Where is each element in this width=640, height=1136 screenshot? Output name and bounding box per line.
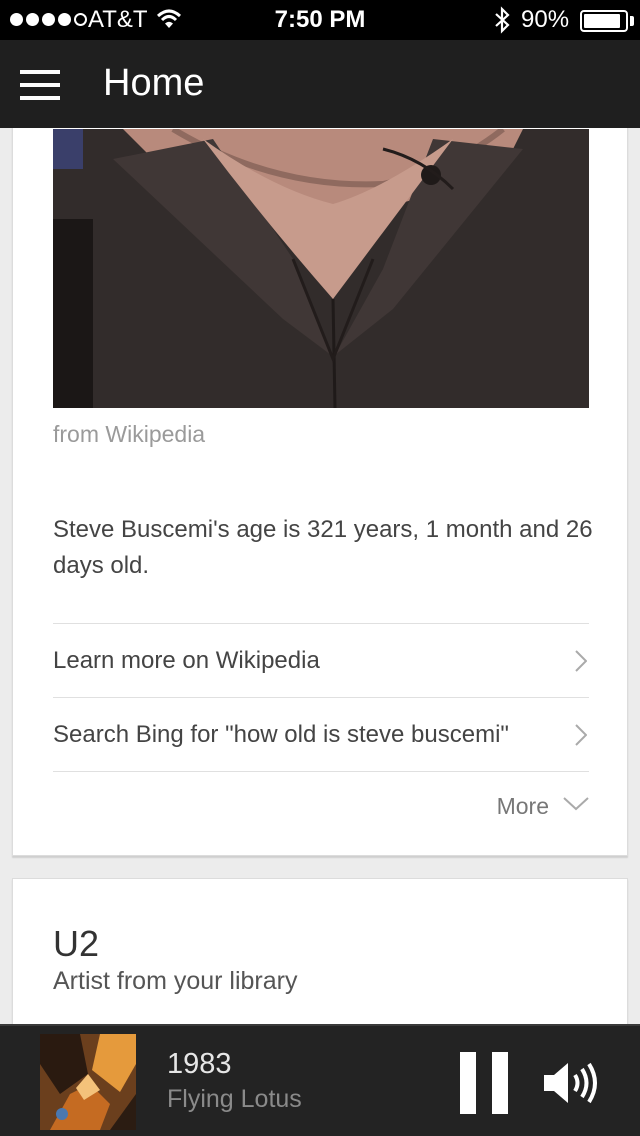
app-header: Home [0, 40, 640, 128]
page-title: Home [103, 62, 205, 104]
battery-tip [630, 16, 634, 26]
chevron-right-icon [575, 650, 588, 677]
album-art[interactable] [40, 1034, 136, 1130]
pause-icon[interactable] [460, 1052, 510, 1114]
link-learn-more-wikipedia[interactable]: Learn more on Wikipedia [53, 623, 589, 697]
source-attribution: from Wikipedia [53, 421, 206, 447]
link-search-bing[interactable]: Search Bing for "how old is steve buscem… [53, 697, 589, 771]
chevron-right-icon [575, 724, 588, 751]
artist-card[interactable]: U2 Artist from your library [12, 878, 628, 1024]
more-button[interactable]: More [497, 793, 589, 820]
battery-icon [580, 10, 628, 32]
screen: AT&T 7:50 PM 90% Home from Wikipedia Ste… [0, 0, 640, 1136]
artist-subtitle: Artist from your library [53, 967, 298, 995]
chevron-down-icon [563, 797, 589, 816]
more-label: More [496, 793, 549, 819]
link-label: Search Bing for "how old is steve buscem… [53, 721, 509, 748]
bluetooth-icon [492, 6, 512, 41]
track-artist: Flying Lotus [167, 1085, 302, 1113]
status-bar: AT&T 7:50 PM 90% [0, 0, 640, 40]
now-playing-bar: 1983 Flying Lotus [0, 1024, 640, 1136]
volume-icon[interactable] [542, 1060, 602, 1106]
link-label: Learn more on Wikipedia [53, 647, 320, 674]
home-feed[interactable]: from Wikipedia Steve Buscemi's age is 32… [0, 128, 640, 1024]
person-photo [53, 129, 589, 408]
answer-text: Steve Buscemi's age is 321 years, 1 mont… [53, 516, 593, 579]
more-row: More [53, 771, 589, 845]
answer-card: from Wikipedia Steve Buscemi's age is 32… [12, 128, 628, 856]
artist-name: U2 [53, 923, 100, 964]
track-title: 1983 [167, 1048, 232, 1080]
battery-percent: 90% [521, 6, 570, 33]
hamburger-menu-icon[interactable] [20, 70, 60, 100]
